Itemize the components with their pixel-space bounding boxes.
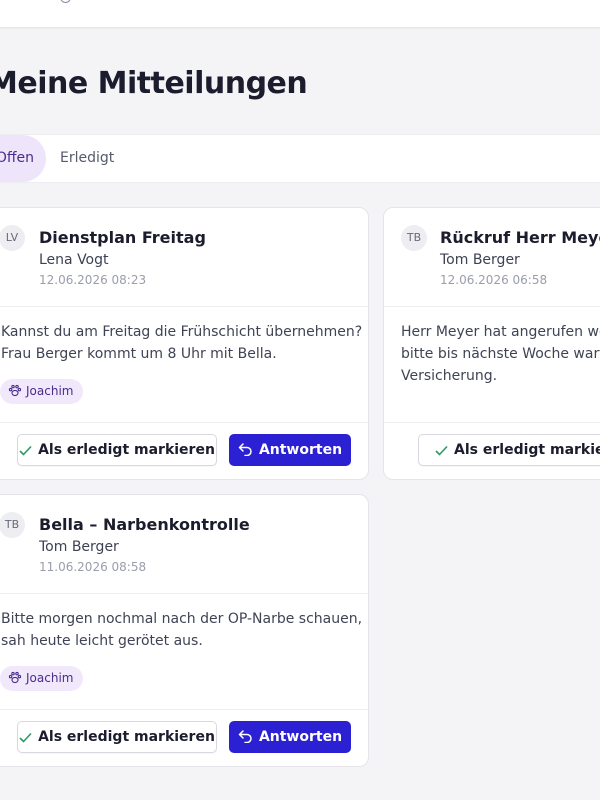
patient-tag[interactable]: Joachim bbox=[0, 379, 84, 404]
card-title: Rückruf Herr Meyer bbox=[440, 228, 600, 247]
message-line: Versicherung. bbox=[401, 368, 498, 384]
reply-label: Antworten bbox=[258, 442, 343, 458]
card-author: Tom Berger bbox=[39, 539, 119, 555]
card-timestamp: 12.06.2026 06:58 bbox=[440, 273, 548, 287]
avatar: TB bbox=[401, 225, 427, 251]
reply-icon bbox=[238, 730, 252, 743]
message-line: Herr Meyer hat angerufen weg bbox=[401, 324, 600, 340]
reply-label: Antworten bbox=[258, 729, 343, 745]
card-author: Lena Vogt bbox=[39, 252, 109, 268]
search-icon[interactable] bbox=[60, 0, 71, 3]
card-header: TB Rückruf Herr Meyer Tom Berger 12.06.2… bbox=[384, 208, 600, 307]
mark-done-button[interactable]: Als erledigt markieren bbox=[17, 721, 217, 753]
card-actions: Als erledigt markiere bbox=[384, 422, 600, 479]
reply-button[interactable]: Antworten bbox=[229, 434, 351, 466]
avatar: LV bbox=[0, 225, 25, 251]
patient-tag-label: Joachim bbox=[26, 671, 74, 685]
message-line: Frau Berger kommt um 8 Uhr mit Bella. bbox=[1, 346, 277, 362]
page-title: Meine Mitteilungen bbox=[0, 66, 308, 101]
card-message: Bitte morgen nochmal nach der OP-Narbe s… bbox=[1, 608, 368, 652]
message-line: sah heute leicht gerötet aus. bbox=[1, 633, 203, 649]
card-author: Tom Berger bbox=[440, 252, 520, 268]
card-actions: Als erledigt markieren Antworten bbox=[0, 422, 368, 479]
tab-open[interactable]: Offen bbox=[0, 135, 46, 182]
mark-done-label: Als erledigt markiere bbox=[454, 442, 600, 458]
paw-icon bbox=[8, 384, 22, 397]
message-card: TB Bella – Narbenkontrolle Tom Berger 11… bbox=[0, 494, 369, 767]
mark-done-label: Als erledigt markieren bbox=[38, 442, 215, 458]
patient-tag-label: Joachim bbox=[26, 384, 74, 398]
reply-icon bbox=[238, 443, 252, 456]
card-title: Dienstplan Freitag bbox=[39, 228, 206, 247]
message-card: LV Dienstplan Freitag Lena Vogt 12.06.20… bbox=[0, 207, 369, 480]
message-card: TB Rückruf Herr Meyer Tom Berger 12.06.2… bbox=[383, 207, 600, 480]
message-line: Kannst du am Freitag die Frühschicht übe… bbox=[1, 324, 363, 340]
mark-done-button[interactable]: Als erledigt markiere bbox=[418, 434, 600, 466]
reply-button[interactable]: Antworten bbox=[229, 721, 351, 753]
tab-bar: Offen Erledigt bbox=[0, 134, 600, 183]
top-bar bbox=[0, 0, 600, 28]
card-actions: Als erledigt markieren Antworten bbox=[0, 709, 368, 766]
check-icon bbox=[435, 445, 448, 456]
tab-open-label: Offen bbox=[0, 150, 34, 166]
card-message: Kannst du am Freitag die Frühschicht übe… bbox=[1, 321, 368, 365]
card-header: LV Dienstplan Freitag Lena Vogt 12.06.20… bbox=[0, 208, 368, 307]
check-icon bbox=[19, 732, 32, 743]
card-timestamp: 11.06.2026 08:58 bbox=[39, 560, 147, 574]
avatar: TB bbox=[0, 512, 25, 538]
mark-done-button[interactable]: Als erledigt markieren bbox=[17, 434, 217, 466]
card-message: Herr Meyer hat angerufen weg bitte bis n… bbox=[401, 321, 600, 387]
patient-tag[interactable]: Joachim bbox=[0, 666, 84, 691]
card-timestamp: 12.06.2026 08:23 bbox=[39, 273, 147, 287]
message-line: bitte bis nächste Woche warte bbox=[401, 346, 600, 362]
card-title: Bella – Narbenkontrolle bbox=[39, 515, 250, 534]
tab-done[interactable]: Erledigt bbox=[60, 135, 114, 182]
message-line: Bitte morgen nochmal nach der OP-Narbe s… bbox=[1, 611, 363, 627]
paw-icon bbox=[8, 671, 22, 684]
card-header: TB Bella – Narbenkontrolle Tom Berger 11… bbox=[0, 495, 368, 594]
check-icon bbox=[19, 445, 32, 456]
mark-done-label: Als erledigt markieren bbox=[38, 729, 215, 745]
